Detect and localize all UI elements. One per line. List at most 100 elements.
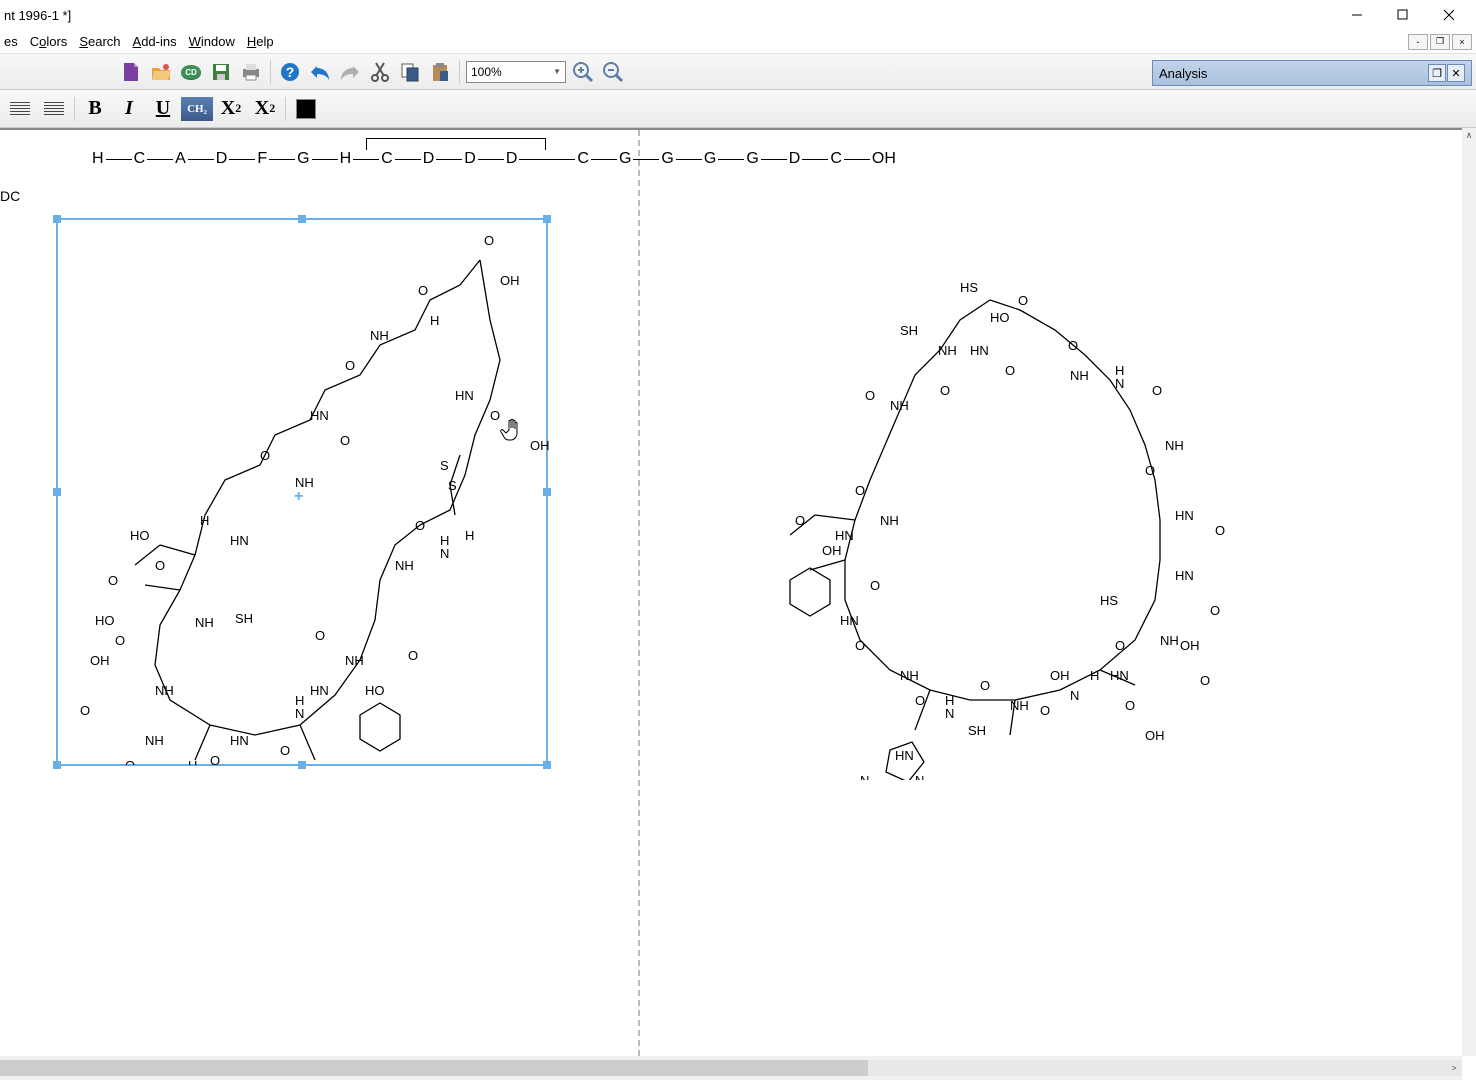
svg-text:NH: NH — [145, 733, 164, 748]
svg-text:NH: NH — [900, 668, 919, 683]
svg-text:NH: NH — [938, 343, 957, 358]
align-lines-1[interactable] — [4, 94, 36, 124]
svg-text:NH: NH — [295, 475, 314, 490]
superscript-button[interactable]: X2 — [249, 94, 281, 124]
svg-text:O: O — [1200, 673, 1210, 688]
svg-text:NH: NH — [1070, 368, 1089, 383]
maximize-button[interactable] — [1380, 0, 1426, 30]
svg-text:N: N — [440, 546, 449, 561]
drawing-canvas[interactable]: H C A D F G H C D D D C G G G G D C OH D… — [0, 128, 1462, 1056]
structure-left[interactable]: O OH OH NH O HNO ONH HHN HOO O HOO OH NH… — [60, 225, 550, 765]
vertical-scrollbar[interactable]: ∧ — [1462, 128, 1476, 1056]
format-toolbar: B I U CH₂ X2 X2 — [0, 90, 1476, 128]
svg-text:H: H — [1090, 668, 1099, 683]
structure-right[interactable]: HS O HO NHHN SH NHO O O O NH HN O NH O H… — [740, 280, 1240, 780]
menu-bar: es Colors Search Add-ins Window Help ‐ ❐… — [0, 30, 1476, 54]
svg-text:HN: HN — [310, 683, 329, 698]
sequence-chain[interactable]: H C A D F G H C D D D C G G G G D C OH — [90, 150, 898, 168]
close-button[interactable] — [1426, 0, 1472, 30]
svg-text:O: O — [915, 693, 925, 708]
cut-button[interactable] — [367, 59, 393, 85]
formula-button[interactable]: CH₂ — [181, 94, 213, 124]
menu-colors[interactable]: Colors — [30, 34, 68, 49]
scroll-up-icon[interactable]: ∧ — [1462, 128, 1476, 142]
hand-cursor-icon — [500, 416, 528, 444]
zoom-combo[interactable]: 100%▼ — [466, 61, 566, 83]
svg-text:HO: HO — [130, 528, 150, 543]
italic-button[interactable]: I — [113, 94, 145, 124]
subscript-button[interactable]: X2 — [215, 94, 247, 124]
svg-text:H: H — [465, 528, 474, 543]
selection-handle[interactable] — [543, 215, 551, 223]
redo-button[interactable] — [337, 59, 363, 85]
svg-text:HN: HN — [230, 533, 249, 548]
undo-button[interactable] — [307, 59, 333, 85]
svg-text:OH: OH — [1180, 638, 1200, 653]
save-button[interactable] — [208, 59, 234, 85]
print-button[interactable] — [238, 59, 264, 85]
window-title: nt 1996-1 *] — [4, 8, 1334, 23]
menu-search[interactable]: Search — [79, 34, 120, 49]
svg-text:SH: SH — [968, 723, 986, 738]
help-button[interactable]: ? — [277, 59, 303, 85]
svg-text:SH: SH — [235, 611, 253, 626]
svg-text:NH: NH — [195, 615, 214, 630]
svg-text:N: N — [295, 706, 304, 721]
paste-button[interactable] — [427, 59, 453, 85]
svg-text:NH: NH — [890, 398, 909, 413]
sequence-bracket — [366, 138, 546, 150]
menu-help[interactable]: Help — [247, 34, 274, 49]
svg-text:HO: HO — [365, 683, 385, 698]
align-lines-2[interactable] — [38, 94, 70, 124]
svg-text:OH: OH — [1145, 728, 1165, 743]
underline-button[interactable]: U — [147, 94, 179, 124]
selection-handle[interactable] — [298, 215, 306, 223]
svg-text:O: O — [1040, 703, 1050, 718]
mdi-minimize-button[interactable]: ‐ — [1408, 34, 1428, 50]
menu-item[interactable]: es — [4, 34, 18, 49]
zoom-out-button[interactable] — [600, 59, 626, 85]
bold-button[interactable]: B — [79, 94, 111, 124]
open-button[interactable] — [148, 59, 174, 85]
horizontal-scrollbar[interactable]: > — [0, 1056, 1462, 1080]
svg-text:O: O — [484, 233, 494, 248]
selection-handle[interactable] — [53, 215, 61, 223]
menu-window[interactable]: Window — [189, 34, 235, 49]
analysis-close-button[interactable]: ✕ — [1447, 64, 1465, 82]
svg-text:N: N — [860, 773, 869, 780]
svg-text:O: O — [280, 743, 290, 758]
analysis-restore-button[interactable]: ❐ — [1428, 64, 1446, 82]
new-doc-button[interactable] — [118, 59, 144, 85]
svg-text:H: H — [188, 758, 197, 765]
svg-text:O: O — [1018, 293, 1028, 308]
svg-text:HN: HN — [1110, 668, 1129, 683]
svg-text:NH: NH — [1160, 633, 1179, 648]
svg-text:S: S — [448, 478, 457, 493]
analysis-panel[interactable]: Analysis ❐ ✕ — [1152, 60, 1472, 86]
svg-text:HN: HN — [1175, 568, 1194, 583]
cd-button[interactable]: CD — [178, 59, 204, 85]
svg-text:O: O — [940, 383, 950, 398]
svg-text:S: S — [440, 458, 449, 473]
svg-text:O: O — [80, 703, 90, 718]
mdi-close-button[interactable]: × — [1452, 34, 1472, 50]
svg-text:O: O — [260, 448, 270, 463]
color-swatch[interactable] — [290, 94, 322, 124]
svg-text:O: O — [1005, 363, 1015, 378]
svg-text:O: O — [870, 578, 880, 593]
svg-text:O: O — [1145, 463, 1155, 478]
zoom-value: 100% — [471, 65, 502, 79]
menu-addins[interactable]: Add-ins — [133, 34, 177, 49]
svg-text:OH: OH — [500, 273, 520, 288]
svg-text:O: O — [490, 408, 500, 423]
svg-text:O: O — [315, 628, 325, 643]
copy-button[interactable] — [397, 59, 423, 85]
scroll-right-icon[interactable]: > — [1446, 1060, 1462, 1076]
zoom-in-button[interactable] — [570, 59, 596, 85]
svg-text:O: O — [340, 433, 350, 448]
svg-text:OH: OH — [90, 653, 110, 668]
svg-text:O: O — [415, 518, 425, 533]
minimize-button[interactable] — [1334, 0, 1380, 30]
scroll-thumb[interactable] — [0, 1060, 868, 1076]
mdi-restore-button[interactable]: ❐ — [1430, 34, 1450, 50]
